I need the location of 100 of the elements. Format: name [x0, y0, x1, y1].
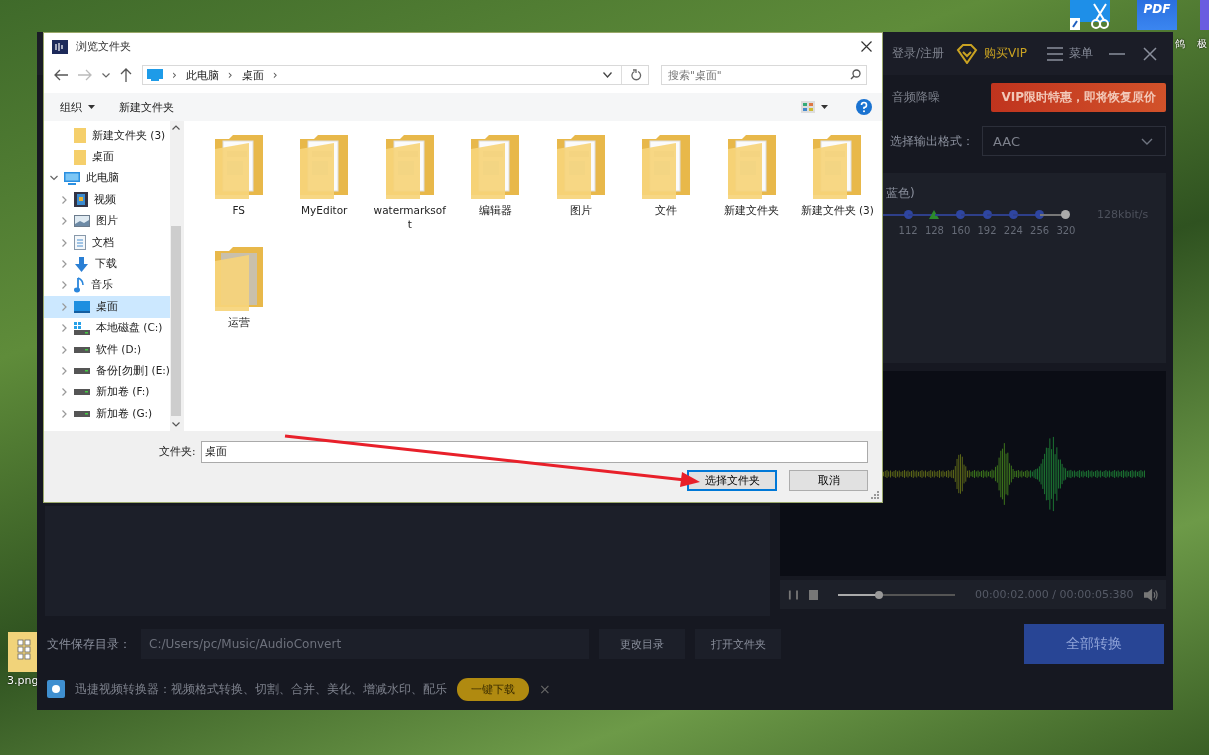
- folder-item[interactable]: 文件: [623, 135, 709, 247]
- chevron-separator[interactable]: ›: [172, 68, 177, 82]
- download-button[interactable]: 一键下载: [457, 677, 529, 701]
- breadcrumb-item[interactable]: 桌面: [241, 67, 264, 83]
- folder-name-field[interactable]: 桌面: [200, 441, 868, 463]
- refresh-icon[interactable]: [631, 69, 642, 81]
- pause-icon[interactable]: [788, 589, 799, 600]
- menu-icon[interactable]: [1047, 46, 1063, 61]
- tree-item[interactable]: 备份[勿删] (E:): [44, 360, 170, 382]
- bitrate-tick-label: 320: [1056, 225, 1076, 236]
- expander-icon[interactable]: [50, 174, 58, 183]
- scroll-up-icon[interactable]: [172, 125, 181, 130]
- volume-icon[interactable]: [1143, 587, 1158, 602]
- view-options-icon[interactable]: [801, 101, 815, 113]
- expander-icon[interactable]: [60, 388, 68, 397]
- format-dropdown[interactable]: AAC: [982, 126, 1166, 156]
- bitrate-tick-label: 192: [977, 225, 997, 236]
- folder-icon: [813, 135, 862, 199]
- search-field[interactable]: 搜索"桌面": [661, 65, 867, 85]
- tree-item[interactable]: 新建文件夹 (3): [44, 125, 170, 147]
- new-folder-button[interactable]: 新建文件夹: [119, 99, 174, 115]
- breadcrumb-item[interactable]: 此电脑: [185, 67, 219, 83]
- tree-item[interactable]: 桌面: [44, 146, 170, 168]
- help-icon[interactable]: [856, 99, 872, 115]
- buy-vip-link[interactable]: 购买VIP: [984, 45, 1027, 62]
- tree-item[interactable]: 新加卷 (G:): [44, 403, 170, 425]
- chevron-down-icon[interactable]: [102, 72, 110, 78]
- tree-item[interactable]: 音乐: [44, 274, 170, 297]
- tree-item[interactable]: 视频: [44, 189, 170, 211]
- promo-text: 迅捷视频转换器：视频格式转换、切割、合并、美化、增减水印、配乐: [75, 681, 447, 697]
- tree-item[interactable]: 新加卷 (F:): [44, 381, 170, 404]
- tree-item[interactable]: 图片: [44, 210, 170, 232]
- organize-menu[interactable]: 组织: [60, 99, 82, 115]
- menu-label[interactable]: 菜单: [1069, 45, 1093, 62]
- expander-icon[interactable]: [60, 260, 68, 269]
- document-icon: [74, 235, 86, 251]
- folder-name: 图片: [568, 203, 593, 218]
- folder-name: 文件: [654, 203, 679, 218]
- folder-item[interactable]: FS: [196, 135, 282, 247]
- select-folder-button[interactable]: 选择文件夹: [687, 470, 777, 491]
- expander-icon[interactable]: [60, 238, 68, 247]
- stop-icon[interactable]: [808, 589, 818, 600]
- tree-item[interactable]: 本地磁盘 (C:): [44, 317, 170, 339]
- expander-icon[interactable]: [60, 409, 68, 418]
- expander-icon[interactable]: [60, 367, 68, 375]
- expander-icon[interactable]: [60, 302, 68, 311]
- scrollbar[interactable]: [169, 121, 183, 431]
- folder-icon: [727, 135, 776, 199]
- tree-item[interactable]: 桌面: [44, 296, 170, 318]
- resize-grip-icon[interactable]: [871, 491, 879, 499]
- save-dir-label: 文件保存目录：: [47, 635, 131, 653]
- progress-slider[interactable]: [837, 593, 955, 596]
- bitrate-point[interactable]: [1061, 210, 1071, 219]
- folder-item[interactable]: 编辑器: [452, 135, 538, 247]
- folder-icon: [214, 135, 263, 199]
- caret-icon[interactable]: [821, 105, 828, 109]
- caret-icon[interactable]: [88, 105, 95, 109]
- expander-icon[interactable]: [60, 195, 68, 204]
- expander-icon[interactable]: [60, 345, 68, 354]
- tree-item[interactable]: 此电脑: [44, 167, 170, 190]
- close-icon[interactable]: [1143, 46, 1157, 61]
- folder-item[interactable]: 新建文件夹: [709, 135, 795, 247]
- folder-icon: [74, 128, 86, 144]
- tree-item[interactable]: 下载: [44, 253, 170, 275]
- pdf-app-icon[interactable]: PDF: [1137, 0, 1177, 30]
- expander-icon[interactable]: [60, 217, 68, 226]
- folder-name: 运营: [226, 315, 251, 330]
- back-arrow-icon[interactable]: [54, 69, 68, 81]
- expander-icon[interactable]: [60, 281, 68, 290]
- expander-icon[interactable]: [60, 324, 68, 333]
- folder-item[interactable]: MyEditor: [281, 135, 367, 247]
- address-bar[interactable]: › 此电脑 › 桌面 ›: [142, 65, 649, 85]
- convert-all-button[interactable]: 全部转换: [1024, 624, 1164, 664]
- chevron-separator[interactable]: ›: [227, 68, 233, 82]
- format-label: 选择输出格式：: [890, 132, 974, 150]
- cancel-button[interactable]: 取消: [789, 470, 868, 491]
- folder-item[interactable]: 运营: [196, 247, 282, 359]
- chevron-separator[interactable]: ›: [272, 68, 278, 82]
- up-arrow-icon[interactable]: [120, 68, 132, 82]
- selected-marker[interactable]: [929, 210, 940, 219]
- image-file-icon[interactable]: [7, 632, 38, 672]
- scroll-down-icon[interactable]: [172, 422, 181, 427]
- chevron-down-icon[interactable]: [603, 72, 612, 78]
- tree-item[interactable]: 软件 (D:): [44, 338, 170, 361]
- scissors-icon[interactable]: [1070, 0, 1110, 30]
- folder-item[interactable]: 新建文件夹 (3): [794, 135, 880, 247]
- folder-item[interactable]: 图片: [538, 135, 624, 247]
- folder-name: 新建文件夹: [723, 203, 781, 218]
- tree-item[interactable]: 文档: [44, 231, 170, 254]
- quality-label: 蓝色): [886, 185, 916, 202]
- denoise-tab[interactable]: 音频降噪: [892, 88, 940, 106]
- folder-icon: [471, 135, 520, 199]
- folder-item[interactable]: watermarksoft: [367, 135, 453, 247]
- folder-name: MyEditor: [300, 203, 349, 218]
- open-folder-button[interactable]: 打开文件夹: [695, 629, 781, 659]
- app-icon: [52, 39, 68, 54]
- minimize-icon[interactable]: [1109, 52, 1125, 55]
- change-dir-button[interactable]: 更改目录: [599, 629, 685, 659]
- login-link[interactable]: 登录/注册: [891, 45, 944, 62]
- close-icon[interactable]: [861, 41, 872, 52]
